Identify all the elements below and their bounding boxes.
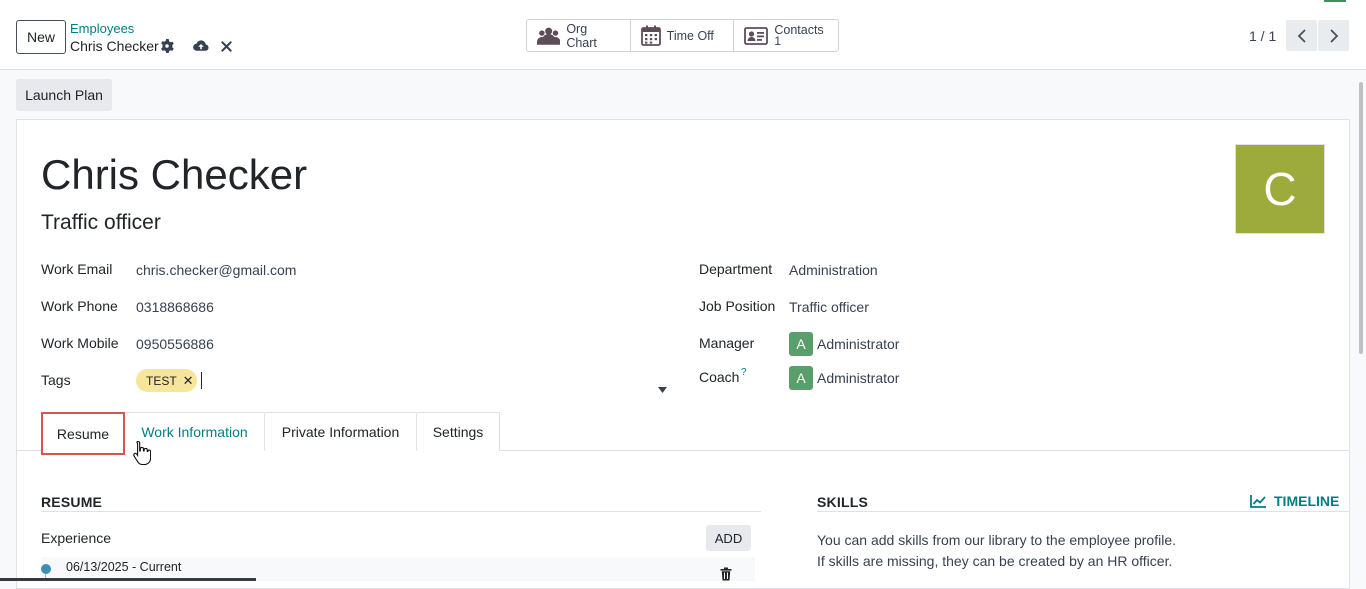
control-panel: New Employees Chris Checker Org Chart Ti… bbox=[0, 0, 1366, 70]
coach-label: Coach bbox=[699, 369, 740, 385]
org-chart-label: Org Chart bbox=[566, 21, 597, 50]
employee-job-title[interactable]: Traffic officer bbox=[41, 211, 161, 235]
breadcrumb-employees[interactable]: Employees bbox=[70, 21, 134, 36]
tab-settings[interactable]: Settings bbox=[416, 412, 500, 451]
time-off-label: Time Off bbox=[666, 28, 714, 43]
caret-down-icon[interactable] bbox=[658, 380, 667, 396]
users-icon bbox=[537, 27, 561, 45]
manager-avatar: A bbox=[789, 332, 813, 356]
pager-next-button[interactable] bbox=[1318, 20, 1349, 51]
job-position-field[interactable]: Traffic officer bbox=[789, 299, 869, 315]
manager-field[interactable]: Administrator bbox=[817, 336, 899, 352]
work-email-field[interactable]: chris.checker@gmail.com bbox=[136, 262, 296, 278]
resume-title: RESUME bbox=[41, 494, 103, 510]
skills-title: SKILLS bbox=[817, 494, 868, 510]
work-phone-label: Work Phone bbox=[41, 298, 118, 314]
calendar-icon bbox=[640, 25, 661, 46]
contacts-button[interactable]: Contacts 1 bbox=[734, 20, 838, 51]
org-chart-button[interactable]: Org Chart bbox=[527, 20, 631, 51]
scrollbar[interactable] bbox=[1359, 82, 1363, 354]
skills-empty-message: You can add skills from our library to t… bbox=[817, 530, 1176, 572]
coach-help-icon[interactable]: ? bbox=[741, 367, 747, 378]
timeline-button[interactable]: TIMELINE bbox=[1250, 493, 1339, 509]
tag-test: TEST ✕ bbox=[136, 369, 197, 392]
add-resume-line-button[interactable]: ADD bbox=[706, 525, 751, 551]
cloud-upload-icon[interactable] bbox=[193, 38, 209, 54]
skills-message-line-2: If skills are missing, they can be creat… bbox=[817, 553, 1173, 569]
resume-divider bbox=[41, 511, 761, 512]
job-position-label: Job Position bbox=[699, 298, 776, 314]
contacts-count: 1 bbox=[774, 33, 782, 48]
coach-field[interactable]: Administrator bbox=[817, 370, 899, 386]
tag-remove-icon[interactable]: ✕ bbox=[183, 373, 194, 389]
department-label: Department bbox=[699, 261, 773, 277]
resume-line-date: 06/13/2025 - Current bbox=[66, 560, 182, 574]
timeline-dot bbox=[41, 564, 51, 574]
tags-input[interactable] bbox=[201, 372, 202, 389]
corner-indicator bbox=[1324, 0, 1346, 2]
manager-label: Manager bbox=[699, 335, 755, 351]
tag-label: TEST bbox=[146, 373, 177, 388]
time-off-button[interactable]: Time Off bbox=[631, 20, 735, 51]
coach-avatar: A bbox=[789, 366, 813, 390]
employee-name[interactable]: Chris Checker bbox=[41, 150, 307, 200]
breadcrumb-current: Chris Checker bbox=[70, 38, 159, 54]
experience-label: Experience bbox=[41, 530, 112, 546]
contacts-label: Contacts bbox=[774, 22, 824, 37]
gear-icon[interactable] bbox=[160, 38, 174, 54]
hand-cursor-icon bbox=[133, 440, 152, 469]
new-button[interactable]: New bbox=[16, 20, 66, 54]
id-card-icon bbox=[744, 26, 769, 45]
tab-resume[interactable]: Resume bbox=[41, 412, 125, 455]
skills-message-line-1: You can add skills from our library to t… bbox=[817, 532, 1176, 548]
pager-value[interactable]: 1 / 1 bbox=[1249, 28, 1276, 44]
trash-icon[interactable] bbox=[720, 567, 732, 584]
skills-divider bbox=[817, 511, 1349, 512]
tab-private-information[interactable]: Private Information bbox=[264, 412, 417, 451]
smart-buttons: Org Chart Time Off Contacts 1 bbox=[526, 19, 839, 52]
chevron-right-icon bbox=[1329, 28, 1338, 43]
line-chart-icon bbox=[1250, 494, 1266, 508]
tags-label: Tags bbox=[41, 372, 71, 388]
discard-icon[interactable] bbox=[221, 38, 232, 54]
work-phone-field[interactable]: 0318868686 bbox=[136, 299, 214, 315]
department-field[interactable]: Administration bbox=[789, 262, 878, 278]
work-email-label: Work Email bbox=[41, 261, 113, 277]
chevron-left-icon bbox=[1297, 28, 1306, 43]
work-mobile-field[interactable]: 0950556886 bbox=[136, 336, 214, 352]
timeline-label: TIMELINE bbox=[1274, 493, 1340, 509]
employee-avatar[interactable]: C bbox=[1235, 144, 1325, 234]
work-mobile-label: Work Mobile bbox=[41, 335, 119, 351]
launch-plan-button[interactable]: Launch Plan bbox=[16, 79, 112, 111]
pager-previous-button[interactable] bbox=[1286, 20, 1317, 51]
